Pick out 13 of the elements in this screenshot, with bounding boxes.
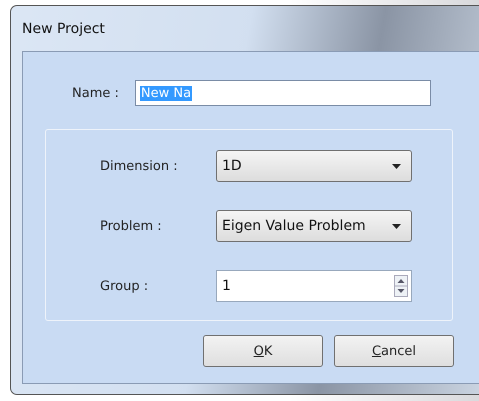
- caret-icon: [392, 164, 401, 168]
- dialog-button[interactable]: Cancel: [334, 335, 454, 367]
- number-field[interactable]: 1: [216, 270, 412, 302]
- dropdown[interactable]: Eigen Value Problem: [216, 210, 412, 242]
- spin-arrows-icon: [394, 275, 408, 297]
- caret-icon: [392, 224, 401, 228]
- field-label: Problem :: [100, 218, 163, 234]
- dialog-button[interactable]: OK: [203, 335, 323, 367]
- window-title: New Project: [22, 20, 105, 36]
- name-label: Name :: [72, 86, 119, 100]
- field-label: Group :: [100, 278, 150, 294]
- field-label: Dimension :: [100, 158, 179, 174]
- dropdown[interactable]: 1D: [216, 150, 412, 182]
